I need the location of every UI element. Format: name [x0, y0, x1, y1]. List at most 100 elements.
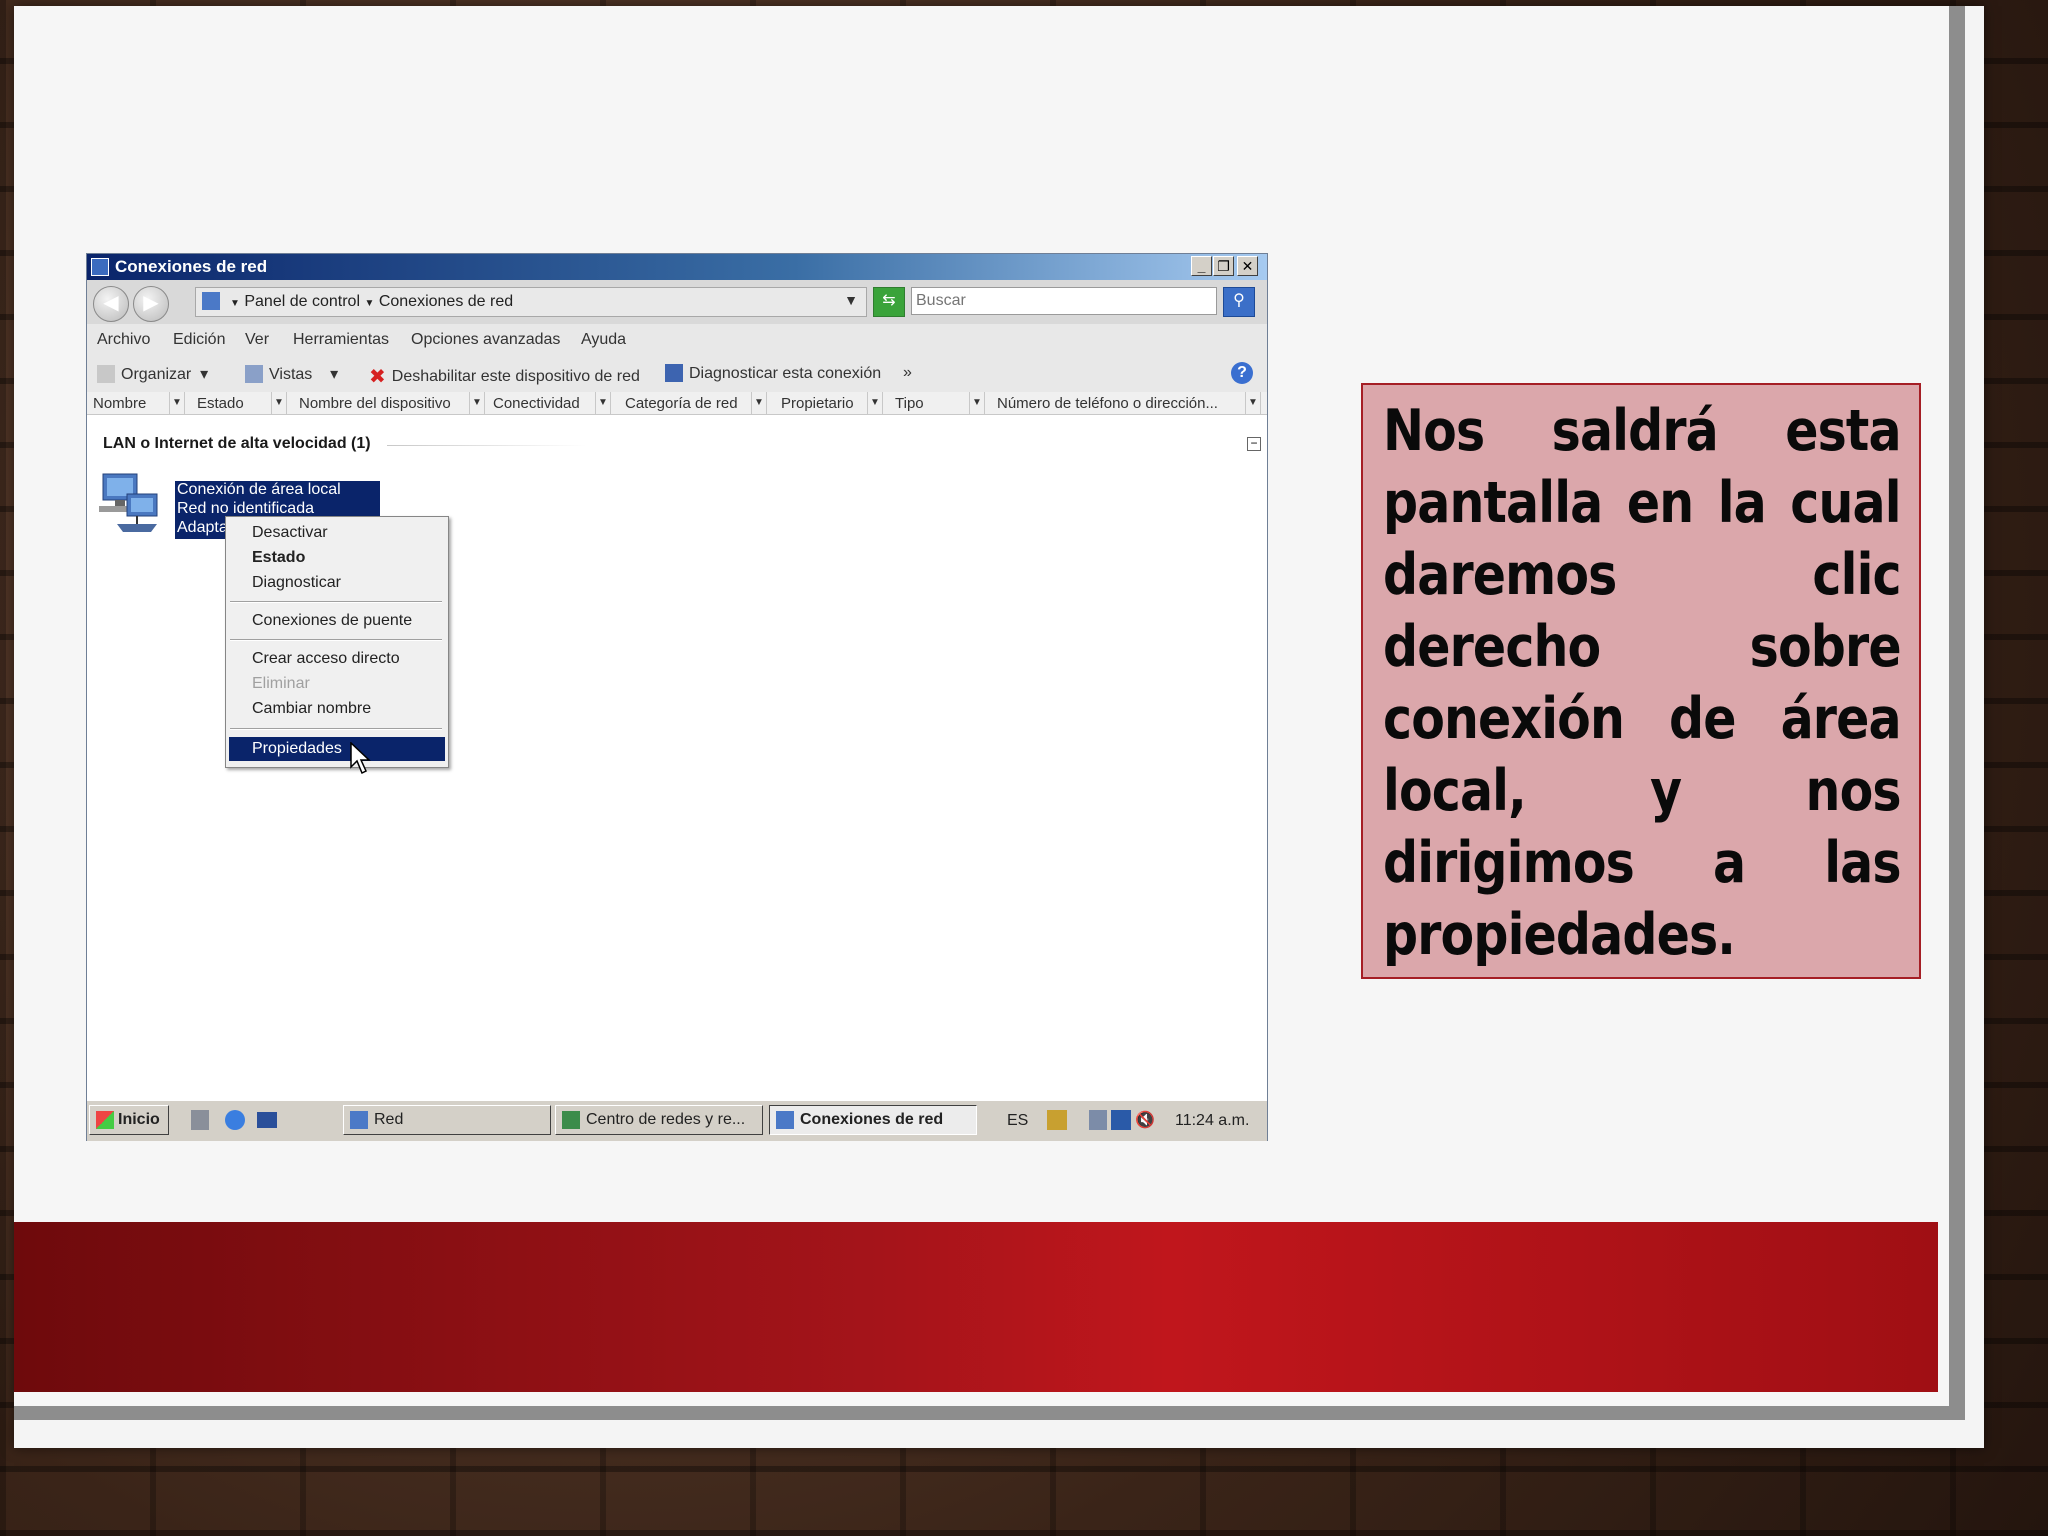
network-connections-icon — [776, 1111, 794, 1129]
search-input[interactable] — [911, 287, 1217, 315]
menu-desactivar[interactable]: Desactivar — [252, 524, 328, 542]
col-categoria-dropdown[interactable]: ▼ — [751, 392, 767, 414]
menu-separator — [230, 728, 442, 730]
language-indicator[interactable]: ES — [1007, 1112, 1028, 1130]
refresh-button[interactable]: ⇆ — [873, 287, 905, 317]
organize-label: Organizar — [121, 366, 192, 383]
help-icon[interactable]: ? — [1231, 362, 1253, 384]
menu-crear-acceso-directo[interactable]: Crear acceso directo — [252, 650, 400, 668]
views-icon — [245, 365, 263, 383]
clock: 11:24 a.m. — [1175, 1112, 1250, 1129]
diagnose-connection-button[interactable]: Diagnosticar esta conexión — [665, 364, 881, 383]
menu-herramientas[interactable]: Herramientas — [293, 331, 389, 349]
menu-diagnosticar[interactable]: Diagnosticar — [252, 574, 341, 592]
minimize-button[interactable]: _ — [1191, 256, 1212, 276]
navigation-bar: ◀ ▶ ▼ Panel de control ▼ Conexiones de r… — [87, 280, 1267, 325]
tray-volume-muted-icon[interactable]: 🔇 — [1135, 1110, 1155, 1130]
col-conectividad[interactable]: Conectividad — [493, 395, 580, 412]
control-panel-icon — [202, 292, 220, 310]
window-title: Conexiones de red — [115, 257, 268, 276]
col-tipo-dropdown[interactable]: ▼ — [969, 392, 985, 414]
context-menu: Desactivar Estado Diagnosticar Conexione… — [225, 516, 449, 768]
organize-button[interactable]: Organizar ▾ — [97, 364, 208, 384]
address-breadcrumb: ▼ Panel de control ▼ Conexiones de red — [230, 293, 514, 310]
col-telefono[interactable]: Número de teléfono o dirección... — [997, 395, 1218, 412]
close-button[interactable]: ✕ — [1237, 256, 1258, 276]
breadcrumb-control-panel[interactable]: Panel de control — [244, 293, 360, 310]
menu-separator — [230, 601, 442, 603]
menu-estado[interactable]: Estado — [252, 549, 305, 567]
red-x-icon: ✖ — [369, 366, 386, 388]
col-propietario[interactable]: Propietario — [781, 395, 854, 412]
disable-device-button[interactable]: ✖ Deshabilitar este dispositivo de red — [369, 364, 640, 388]
instruction-note: Nos saldrá esta pantalla en la cual dare… — [1361, 383, 1921, 979]
menu-eliminar: Eliminar — [252, 675, 310, 692]
menu-bar: Archivo Edición Ver Herramientas Opcione… — [87, 324, 1267, 354]
tray-app-icon[interactable] — [1047, 1110, 1067, 1130]
back-button[interactable]: ◀ — [93, 286, 129, 322]
menu-ayuda[interactable]: Ayuda — [581, 331, 626, 349]
diagnose-icon — [665, 364, 683, 382]
internet-explorer-icon[interactable] — [225, 1110, 245, 1130]
col-propietario-dropdown[interactable]: ▼ — [867, 392, 883, 414]
task-center-label: Centro de redes y re... — [586, 1111, 746, 1128]
col-nombre-dispositivo[interactable]: Nombre del dispositivo — [299, 395, 451, 412]
diagnose-label: Diagnosticar esta conexión — [689, 365, 882, 382]
taskbar-red[interactable]: Red — [343, 1105, 551, 1135]
title-bar: Conexiones de red _ ❐ ✕ — [87, 254, 1267, 280]
menu-opciones-avanzadas[interactable]: Opciones avanzadas — [411, 331, 560, 349]
col-telefono-dropdown[interactable]: ▼ — [1245, 392, 1261, 414]
views-button[interactable]: Vistas ▾ — [245, 364, 338, 384]
start-label: Inicio — [118, 1111, 160, 1128]
group-divider — [387, 445, 587, 446]
task-connections-label: Conexiones de red — [800, 1111, 944, 1128]
taskbar-network-connections[interactable]: Conexiones de red — [769, 1105, 977, 1135]
disable-label: Deshabilitar este dispositivo de red — [391, 368, 640, 385]
address-dropdown-icon[interactable]: ▼ — [844, 292, 858, 308]
menu-cambiar-nombre[interactable]: Cambiar nombre — [252, 700, 371, 718]
menu-edicion[interactable]: Edición — [173, 331, 225, 349]
organize-icon — [97, 365, 115, 383]
column-headers: Nombre ▼ Estado ▼ Nombre del dispositivo… — [87, 392, 1267, 415]
menu-propiedades[interactable]: Propiedades — [252, 740, 342, 758]
taskbar-network-center[interactable]: Centro de redes y re... — [555, 1105, 763, 1135]
network-center-icon — [562, 1111, 580, 1129]
network-computers-icon[interactable] — [97, 472, 169, 538]
col-conectividad-dropdown[interactable]: ▼ — [595, 392, 611, 414]
start-button[interactable]: Inicio — [89, 1105, 169, 1135]
task-red-label: Red — [374, 1111, 404, 1128]
tray-device-icon[interactable] — [1089, 1110, 1107, 1130]
col-estado[interactable]: Estado — [197, 395, 244, 412]
instruction-text: Nos saldrá esta pantalla en la cual dare… — [1383, 398, 1902, 968]
col-tipo[interactable]: Tipo — [895, 395, 924, 412]
views-label: Vistas — [269, 366, 313, 383]
group-header: LAN o Internet de alta velocidad (1) — [103, 435, 371, 452]
col-nombre-dropdown[interactable]: ▼ — [169, 392, 185, 414]
col-categoria[interactable]: Categoría de red — [625, 395, 738, 412]
col-estado-dropdown[interactable]: ▼ — [271, 392, 287, 414]
connection-adapter: Adapta — [177, 519, 228, 536]
menu-conexiones-puente[interactable]: Conexiones de puente — [252, 612, 412, 630]
menu-ver[interactable]: Ver — [245, 331, 269, 349]
network-icon — [350, 1111, 368, 1129]
red-banner — [14, 1222, 1938, 1392]
network-folder-icon — [91, 258, 109, 276]
command-bar: Organizar ▾ Vistas ▾ ✖ Deshabilitar este … — [87, 354, 1267, 392]
connection-name: Conexión de área local — [177, 481, 341, 498]
menu-separator — [230, 639, 442, 641]
forward-button[interactable]: ▶ — [133, 286, 169, 322]
more-commands-button[interactable]: » — [903, 364, 912, 382]
windows-logo-icon — [96, 1111, 114, 1129]
search-icon[interactable]: ⚲ — [1223, 287, 1255, 317]
address-bar[interactable]: ▼ Panel de control ▼ Conexiones de red ▼ — [195, 287, 867, 317]
show-desktop-icon[interactable] — [257, 1112, 277, 1128]
breadcrumb-network-connections[interactable]: Conexiones de red — [379, 293, 513, 310]
quick-launch-desktop-icon[interactable] — [191, 1110, 209, 1130]
tray-network-icon[interactable] — [1111, 1110, 1131, 1130]
col-dispositivo-dropdown[interactable]: ▼ — [469, 392, 485, 414]
taskbar: Inicio Red Centro de redes y re... Conex… — [87, 1100, 1267, 1141]
restore-button[interactable]: ❐ — [1213, 256, 1234, 276]
col-nombre[interactable]: Nombre — [93, 395, 146, 412]
collapse-group-button[interactable]: − — [1247, 437, 1261, 451]
menu-archivo[interactable]: Archivo — [97, 331, 150, 349]
